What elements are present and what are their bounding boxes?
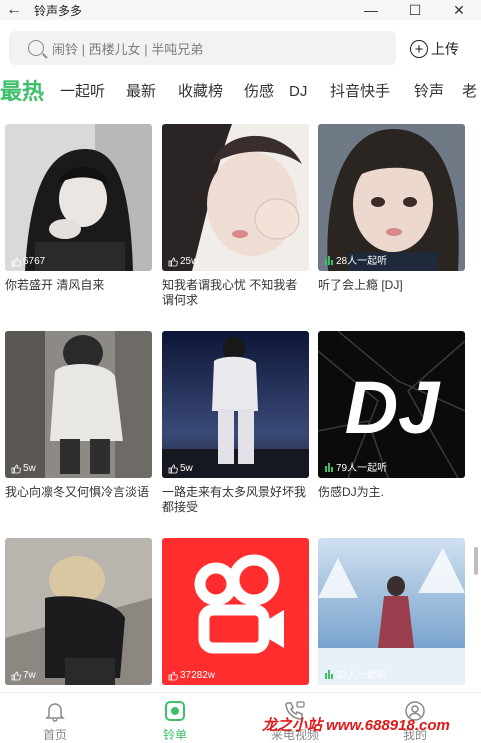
tab-dj[interactable]: DJ [289, 76, 307, 108]
count-value: 5w [180, 463, 193, 474]
like-count: 5w [11, 463, 36, 474]
playlist-title[interactable]: 知我者谓我心忧 不知我者谓何求 [162, 278, 309, 308]
count-value: 25w [180, 256, 199, 267]
add-circle-icon: + [410, 40, 428, 58]
thumb-up-icon [168, 257, 178, 266]
search-input[interactable]: 闹铃 | 西楼儿女 | 半吨兄弟 [9, 31, 396, 65]
playlist-cover[interactable]: 25w [162, 124, 309, 271]
listener-count: 28人一起听 [324, 252, 387, 267]
playlist-cover[interactable]: 28人一起听 [318, 124, 465, 271]
playlist-card[interactable]: 28人一起听 听了会上瘾 [DJ] [318, 124, 465, 293]
count-value: 5w [23, 463, 36, 474]
tab-sad[interactable]: 伤感 [244, 76, 274, 108]
playlist-title[interactable]: 伤感DJ为主. [318, 485, 465, 500]
playlist-card[interactable]: 6767 你若盛开 清风自来 [5, 124, 152, 293]
playlist-card[interactable]: DJ 79人一起听 伤感DJ为主. [318, 331, 465, 500]
cover-art-dj-logo: DJ [318, 331, 465, 478]
thumb-up-icon [168, 671, 178, 680]
music-list-icon [165, 701, 185, 721]
count-value: 37282w [180, 670, 216, 681]
playlist-card[interactable]: 5w 一路走来有太多风景好坏我都接受 [162, 331, 309, 515]
maximize-button[interactable]: ☐ [393, 0, 437, 20]
upload-button[interactable]: + 上传 [410, 38, 459, 60]
count-value: 7w [23, 670, 36, 681]
playlist-card[interactable]: 37282w [162, 538, 309, 685]
thumb-up-icon [11, 671, 21, 680]
nav-label: 铃单 [162, 728, 187, 742]
search-placeholder: 闹铃 | 西楼儿女 | 半吨兄弟 [52, 41, 204, 57]
playlist-title[interactable]: 一路走来有太多风景好坏我都接受 [162, 485, 309, 515]
nav-playlists[interactable]: 铃单 [140, 699, 210, 743]
playlist-cover[interactable]: 5w [162, 331, 309, 478]
listener-count: 32人一起听 [324, 666, 387, 681]
thumb-up-icon [168, 464, 178, 473]
like-count: 5w [168, 463, 193, 474]
scrollbar-thumb[interactable] [474, 547, 478, 575]
title-bar: ← 铃声多多 — ☐ ✕ [0, 0, 481, 20]
thumb-up-icon [11, 464, 21, 473]
tab-ringtone[interactable]: 铃声 [414, 76, 444, 108]
watermark-text: 龙之小站 www.688918.com [262, 717, 450, 734]
listening-bars-icon [325, 255, 333, 265]
close-button[interactable]: ✕ [437, 0, 481, 20]
minimize-button[interactable]: — [349, 0, 393, 20]
count-value: 28人一起听 [336, 256, 388, 267]
listening-bars-icon [325, 669, 333, 679]
like-count: 7w [11, 670, 36, 681]
window-title: 铃声多多 [34, 3, 83, 18]
playlist-cover[interactable]: 37282w [162, 538, 309, 685]
nav-label: 首页 [42, 728, 67, 742]
cover-art-girl-fist [162, 124, 309, 271]
window-controls: — ☐ ✕ [349, 0, 481, 20]
thumb-up-icon [11, 257, 21, 266]
dj-logo-text: DJ [345, 366, 441, 449]
tab-listen-together[interactable]: 一起听 [60, 76, 105, 108]
tab-newest[interactable]: 最新 [126, 76, 156, 108]
cover-art-kuaishou-logo [162, 538, 309, 685]
listening-bars-icon [325, 462, 333, 472]
category-tabs: 最热 一起听 最新 收藏榜 伤感 DJ 抖音快手 铃声 老 [0, 76, 481, 108]
playlist-card[interactable]: 25w 知我者谓我心忧 不知我者谓何求 [162, 124, 309, 308]
upload-label: 上传 [431, 41, 459, 57]
count-value: 32人一起听 [336, 670, 388, 681]
cover-art-girl-bw [5, 124, 152, 271]
playlist-cover[interactable]: 5w [5, 331, 152, 478]
bell-icon [45, 703, 65, 722]
like-count: 37282w [168, 670, 215, 681]
count-value: 79人一起听 [336, 463, 388, 474]
playlist-title[interactable]: 听了会上瘾 [DJ] [318, 278, 465, 293]
listener-count: 79人一起听 [324, 459, 387, 474]
tab-old[interactable]: 老 [462, 76, 477, 108]
playlist-cover[interactable]: 6767 [5, 124, 152, 271]
nav-home[interactable]: 首页 [20, 699, 90, 743]
tab-hot[interactable]: 最热 [0, 76, 44, 108]
cover-art-girl-closeup [318, 124, 465, 271]
cover-art-snow-forest [318, 538, 465, 685]
playlist-title[interactable]: 你若盛开 清风自来 [5, 278, 152, 293]
cover-art-night-sky [162, 331, 309, 478]
cover-art-boy-stairs [5, 538, 152, 685]
playlist-cover[interactable]: 7w [5, 538, 152, 685]
playlist-card[interactable]: 32人一起听 [318, 538, 465, 685]
tab-douyin-kuaishou[interactable]: 抖音快手 [330, 76, 390, 108]
like-count: 6767 [11, 256, 45, 267]
tab-favorites-chart[interactable]: 收藏榜 [178, 76, 223, 108]
playlist-title[interactable]: 我心向凛冬又何惧冷言淡语 [5, 485, 152, 500]
count-value: 6767 [23, 256, 46, 267]
playlist-cover[interactable]: 32人一起听 [318, 538, 465, 685]
like-count: 25w [168, 256, 198, 267]
playlist-card[interactable]: 5w 我心向凛冬又何惧冷言淡语 [5, 331, 152, 500]
search-icon [28, 40, 44, 56]
playlist-cover[interactable]: DJ 79人一起听 [318, 331, 465, 478]
playlist-card[interactable]: 7w [5, 538, 152, 685]
cover-art-girl-hoodie [5, 331, 152, 478]
back-arrow-icon[interactable]: ← [0, 0, 28, 20]
